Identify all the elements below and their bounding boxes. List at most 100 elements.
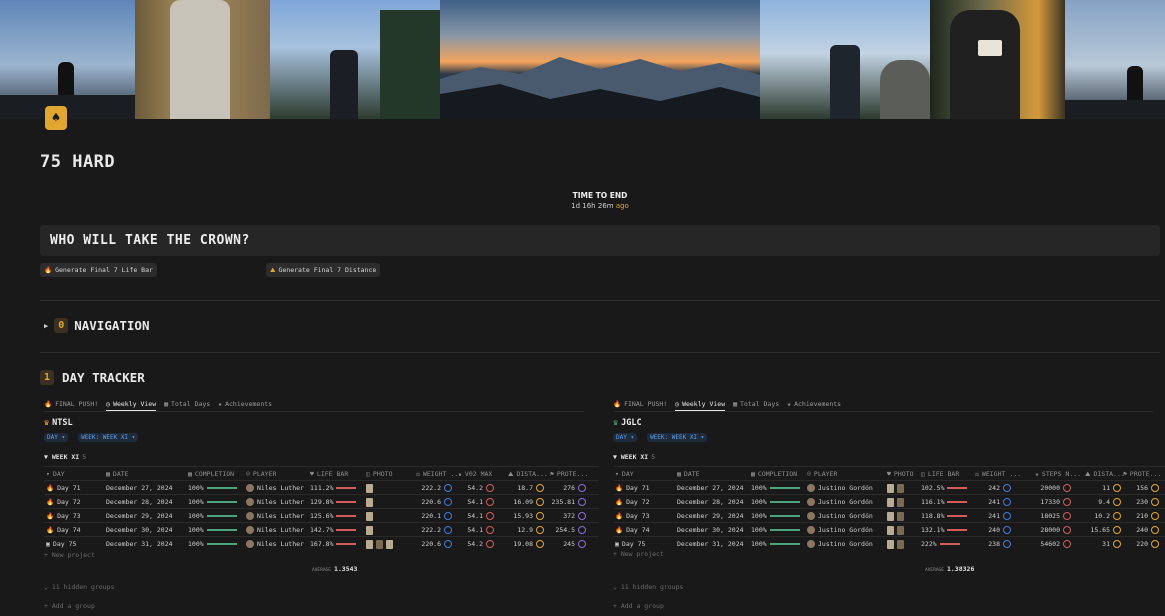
column-header[interactable]: ⚖ WEIGHT ...	[975, 467, 1021, 481]
cell-lifebar: 125.6%	[310, 509, 357, 523]
column-type-icon: ▾	[615, 470, 619, 478]
day-label[interactable]: Day 71	[57, 484, 80, 492]
cell-player: Niles Luther	[246, 481, 304, 495]
hidden-groups-toggle[interactable]: ⌄ 11 hidden groups	[44, 583, 114, 591]
filter-week[interactable]: WEEK: WEEK XI ▾	[647, 433, 708, 442]
photo-thumbnail[interactable]	[897, 539, 904, 549]
photo-thumbnail[interactable]	[887, 483, 894, 493]
photo-thumbnail[interactable]	[897, 511, 904, 521]
table-row[interactable]: ▣ Day 75 December 31, 2024 100% Niles Luther…	[44, 536, 599, 550]
table-row[interactable]: 🔥 Day 72 December 28, 2024 100% Niles Luther…	[44, 494, 599, 508]
progress-ring-icon	[536, 484, 544, 492]
tab-achievements[interactable]: ★ Achievements	[218, 400, 272, 410]
photo-thumbnail[interactable]	[887, 525, 894, 535]
photo-thumbnail[interactable]	[366, 483, 373, 493]
photo-thumbnail[interactable]	[366, 511, 373, 521]
column-type-icon: ◫	[921, 470, 925, 478]
column-header[interactable]: ⚖ WEIGHT ...	[416, 467, 462, 481]
filter-day[interactable]: DAY ▾	[613, 433, 638, 442]
column-header[interactable]: ★ STEPS N...	[1035, 467, 1081, 481]
tab-total-days[interactable]: ▦ Total Days	[164, 400, 210, 410]
column-header[interactable]: ⛰ DISTA...	[1085, 467, 1125, 481]
column-header[interactable]: ⚑ PROTE...	[1123, 467, 1161, 481]
group-header[interactable]: ▼ WEEK XI 5	[613, 453, 655, 461]
table-row[interactable]: 🔥 Day 74 December 30, 2024 100% Niles Luther…	[44, 522, 599, 536]
column-header[interactable]: ▦ COMPLETION	[751, 467, 797, 481]
table-row[interactable]: 🔥 Day 74 December 30, 2024 100% Justino Gord…	[613, 522, 1165, 536]
spade-icon[interactable]: ♠	[45, 106, 67, 130]
table-row[interactable]: 🔥 Day 71 December 27, 2024 100% Justino Gord…	[613, 480, 1165, 494]
photo-thumbnail[interactable]	[376, 539, 383, 549]
progress-ring-icon	[486, 540, 494, 548]
day-label[interactable]: Day 73	[57, 512, 80, 520]
column-header[interactable]: ★ V02 MAX	[458, 467, 492, 481]
column-header[interactable]: ▦ DATE	[106, 467, 129, 481]
day-label[interactable]: Day 71	[626, 484, 649, 492]
progress-ring-icon	[1151, 498, 1159, 506]
generate-life-bar-button[interactable]: 🔥 Generate Final 7 Life Bar	[40, 263, 157, 277]
table-row[interactable]: 🔥 Day 72 December 28, 2024 100% Justino Gord…	[613, 494, 1165, 508]
tab-final-push[interactable]: 🔥 FINAL PUSH!	[44, 400, 98, 410]
table-row[interactable]: 🔥 Day 73 December 29, 2024 100% Niles Luther…	[44, 508, 599, 522]
column-header[interactable]: ▾ DAY	[615, 467, 634, 481]
photo-thumbnail[interactable]	[386, 539, 393, 549]
countdown-value: 1d 16h 26m ago	[0, 202, 1165, 210]
hidden-groups-toggle[interactable]: ⌄ 11 hidden groups	[613, 583, 683, 591]
column-header[interactable]: ◫ PHOTO	[366, 467, 393, 481]
add-group-button[interactable]: + Add a group	[613, 602, 664, 610]
metric-value: 18.7	[517, 484, 533, 492]
column-type-icon: ▦	[188, 470, 192, 478]
photo-thumbnail[interactable]	[366, 539, 373, 549]
table-row[interactable]: 🔥 Day 71 December 27, 2024 100% Niles Luther…	[44, 480, 599, 494]
tab-achievements[interactable]: ★ Achievements	[787, 400, 841, 410]
add-group-button[interactable]: + Add a group	[44, 602, 95, 610]
day-label[interactable]: Day 75	[53, 540, 76, 548]
progress-ring-icon	[1113, 540, 1121, 548]
group-header[interactable]: ▼ WEEK XI 5	[44, 453, 86, 461]
filter-week[interactable]: WEEK: WEEK XI ▾	[78, 433, 139, 442]
column-header[interactable]: ▦ DATE	[677, 467, 700, 481]
cell-photo	[887, 481, 904, 495]
day-label[interactable]: Day 72	[626, 498, 649, 506]
photo-thumbnail[interactable]	[897, 497, 904, 507]
tab-weekly-view[interactable]: ◷ Weekly View	[675, 400, 726, 411]
new-project-button[interactable]: + New project	[613, 550, 664, 558]
column-header[interactable]: ◫ LIFE BAR	[921, 467, 959, 481]
date-value: December 27, 2024	[106, 484, 173, 492]
photo-thumbnail[interactable]	[897, 483, 904, 493]
photo-thumbnail[interactable]	[887, 511, 894, 521]
column-header[interactable]: ⛰ DISTA...	[508, 467, 548, 481]
column-header[interactable]: ▦ COMPLETION	[188, 467, 234, 481]
tab-weekly-view[interactable]: ◷ Weekly View	[106, 400, 157, 411]
photo-thumbnail[interactable]	[887, 539, 894, 549]
column-header[interactable]: ⚑ PROTE...	[550, 467, 588, 481]
column-header[interactable]: ♥ LIFE BAR	[310, 467, 348, 481]
day-label[interactable]: Day 74	[57, 526, 80, 534]
filter-day[interactable]: DAY ▾	[44, 433, 69, 442]
new-project-button[interactable]: + New project	[44, 551, 95, 559]
cell-player: Niles Luther	[246, 537, 304, 551]
generate-distance-button[interactable]: ⛰ Generate Final 7 Distance	[266, 263, 381, 277]
day-label[interactable]: Day 72	[57, 498, 80, 506]
day-label[interactable]: Day 73	[626, 512, 649, 520]
day-label[interactable]: Day 74	[626, 526, 649, 534]
photo-thumbnail[interactable]	[366, 497, 373, 507]
column-header[interactable]: ▾ DAY	[46, 467, 65, 481]
metric-value: 220.1	[421, 512, 441, 520]
navigation-toggle[interactable]: ▶ 0 NAVIGATION	[44, 318, 149, 333]
column-header[interactable]: ♥ PHOTO	[887, 467, 914, 481]
photo-thumbnail[interactable]	[366, 525, 373, 535]
day-label[interactable]: Day 75	[622, 540, 645, 548]
photo-thumbnail[interactable]	[887, 497, 894, 507]
photo-thumbnail[interactable]	[897, 525, 904, 535]
countdown-label: TIME TO END	[572, 191, 628, 200]
metric-value: 16.09	[513, 498, 533, 506]
tab-total-days[interactable]: ▦ Total Days	[733, 400, 779, 410]
column-header[interactable]: ☺ PLAYER	[246, 467, 276, 481]
tab-final-push[interactable]: 🔥 FINAL PUSH!	[613, 400, 667, 410]
column-header-label: DAY	[621, 470, 634, 478]
column-header[interactable]: ☺ PLAYER	[807, 467, 837, 481]
metric-value: 222.2	[421, 526, 441, 534]
table-row[interactable]: 🔥 Day 73 December 29, 2024 100% Justino Gord…	[613, 508, 1165, 522]
table-row[interactable]: ▣ Day 75 December 31, 2024 100% Justino Gord…	[613, 536, 1165, 550]
